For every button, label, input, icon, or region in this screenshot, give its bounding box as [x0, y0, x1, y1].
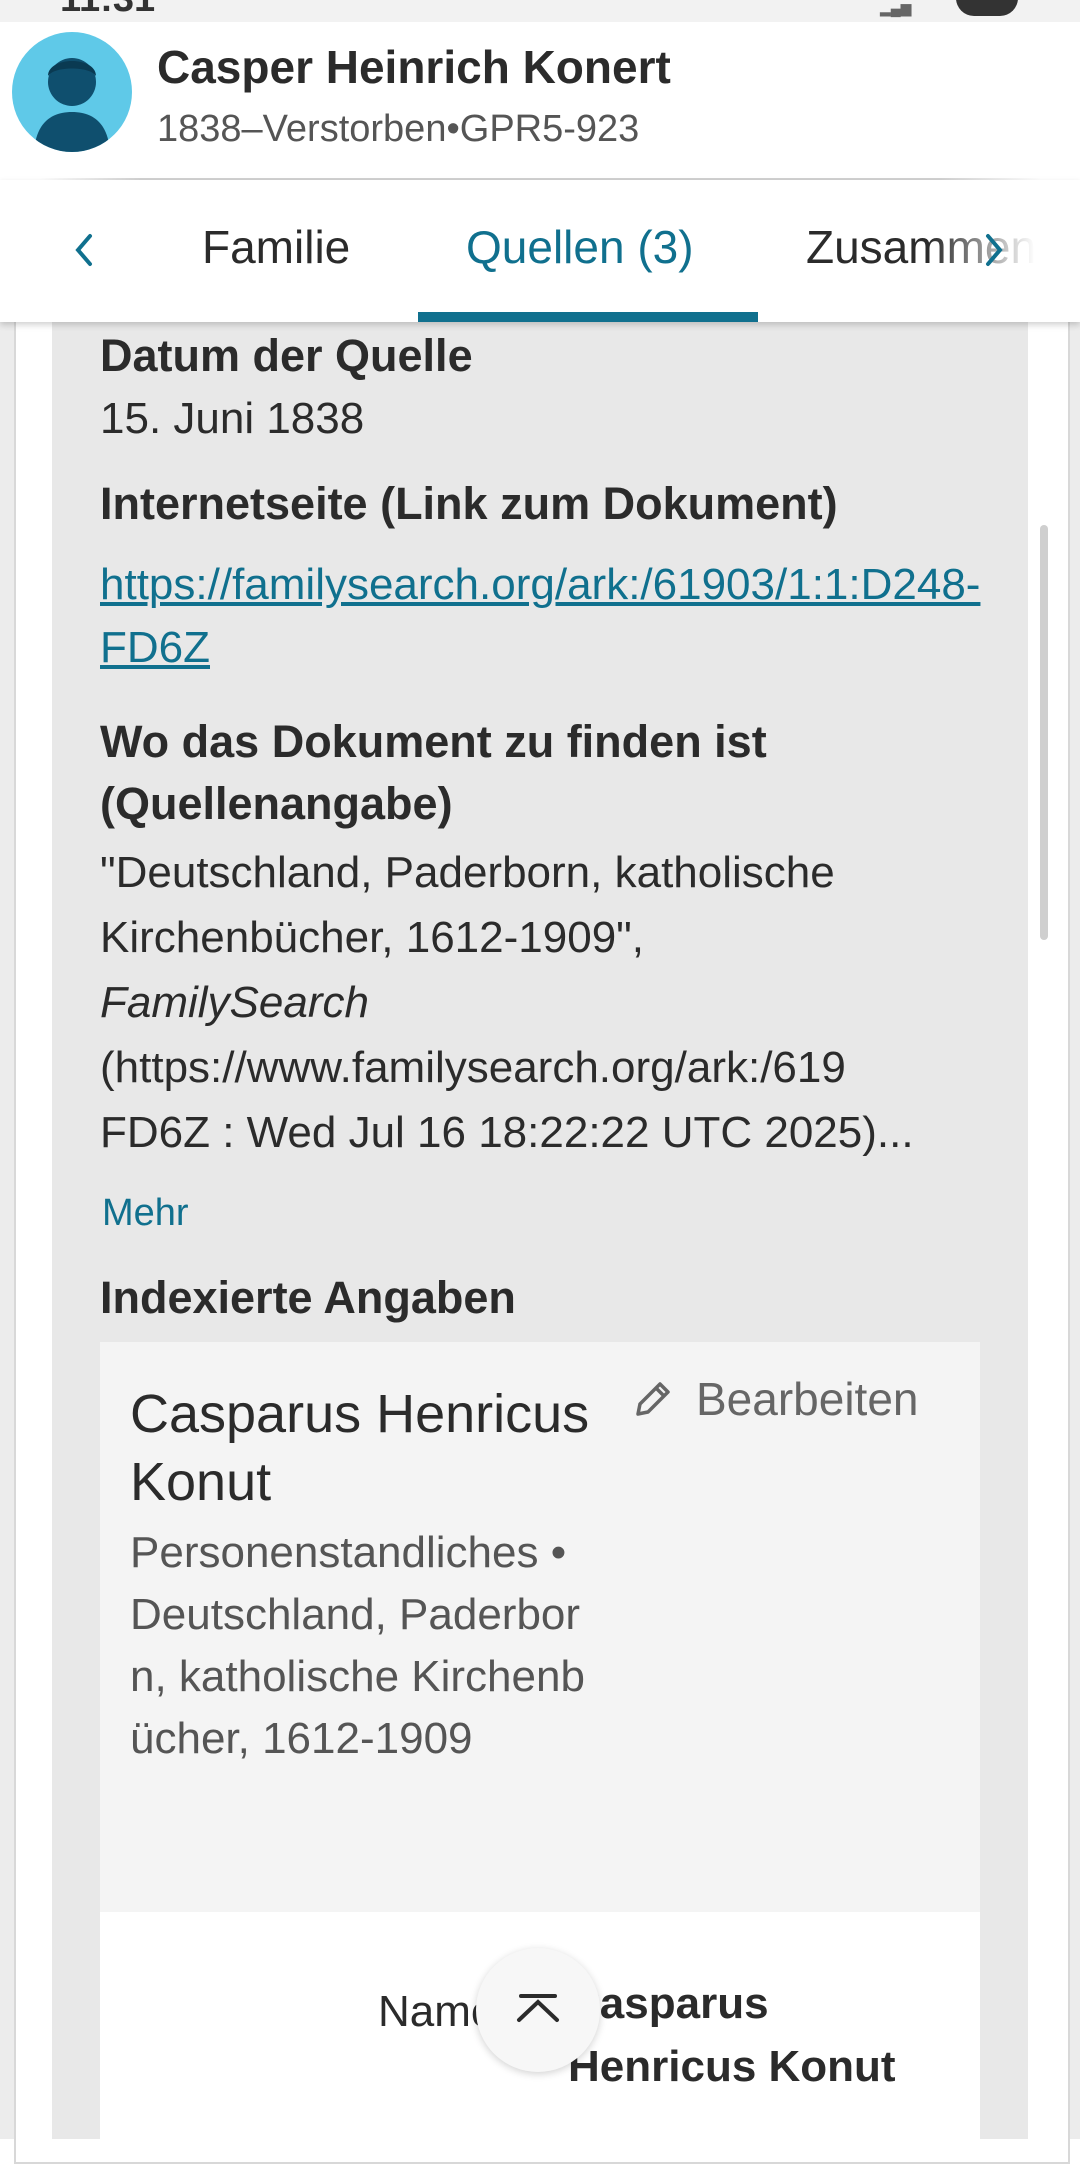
person-silhouette-icon	[34, 58, 110, 152]
person-lifespan: 1838–Verstorben	[157, 108, 447, 150]
citation-line: "Deutschland, Paderborn, katholische	[100, 848, 835, 897]
source-date-label: Datum der Quelle	[100, 330, 473, 381]
citation-line: FD6Z : Wed Jul 16 18:22:22 UTC 2025)...	[100, 1108, 914, 1157]
pencil-icon	[636, 1382, 670, 1416]
battery-icon	[956, 0, 1018, 16]
document-link[interactable]: https://familysearch.org/ark:/61903/1:1:…	[100, 553, 1000, 679]
citation-line: Kirchenbücher, 1612-1909",	[100, 913, 645, 962]
active-tab-indicator	[418, 312, 758, 322]
website-label: Internetseite (Link zum Dokument)	[100, 478, 838, 529]
chevron-left-icon	[75, 234, 92, 266]
source-date-value: 15. Juni 1838	[100, 394, 365, 443]
document-location-label-1: Wo das Dokument zu finden ist	[100, 716, 767, 767]
detail-name-value: Casparus Henricus Konut	[568, 1979, 896, 2091]
scrollbar[interactable]	[1040, 525, 1048, 940]
signal-icon: ▂▄▆	[880, 0, 912, 16]
indexed-record-box: Casparus Henricus Konut Bearbeiten Perso…	[100, 1342, 980, 1912]
chevron-right-icon	[986, 234, 1003, 266]
edit-button[interactable]: Bearbeiten	[630, 1372, 919, 1426]
citation-familysearch: FamilySearch	[100, 978, 369, 1027]
chevron-up-icon	[517, 1994, 559, 2022]
scroll-to-top-button[interactable]	[476, 1948, 600, 2072]
tab-scroll-left-button[interactable]	[58, 220, 108, 280]
person-id: GPR5-923	[459, 108, 640, 150]
tab-bar: Familie Quellen (3) Zusammenfassung	[0, 180, 1080, 322]
person-header[interactable]: Casper Heinrich Konert 1838–Verstorben•G…	[0, 22, 1080, 180]
citation-line: FamilySearch	[100, 970, 990, 1035]
tab-familie[interactable]: Familie	[202, 220, 350, 274]
tab-quellen[interactable]: Quellen (3)	[466, 220, 694, 274]
avatar[interactable]	[12, 32, 132, 152]
status-time: 11:31	[60, 0, 155, 21]
subtitle-separator: •	[446, 108, 460, 150]
edit-label: Bearbeiten	[696, 1373, 919, 1425]
person-name: Casper Heinrich Konert	[157, 41, 671, 93]
person-subtitle: 1838–Verstorben•GPR5-923	[157, 108, 639, 151]
indexed-person-name: Casparus Henricus Konut	[130, 1384, 590, 1512]
status-bar: 11:31 ▂▄▆	[0, 0, 1080, 22]
document-location-label-2: (Quellenangabe)	[100, 778, 453, 829]
indexed-data-label: Indexierte Angaben	[100, 1272, 516, 1323]
indexed-record-description: Personenstandliches • Deutschland, Pader…	[130, 1528, 585, 1763]
tab-scroll-right-button[interactable]	[970, 220, 1020, 280]
more-link[interactable]: Mehr	[102, 1192, 189, 1235]
citation-line: (https://www.familysearch.org/ark:/619	[100, 1043, 846, 1092]
